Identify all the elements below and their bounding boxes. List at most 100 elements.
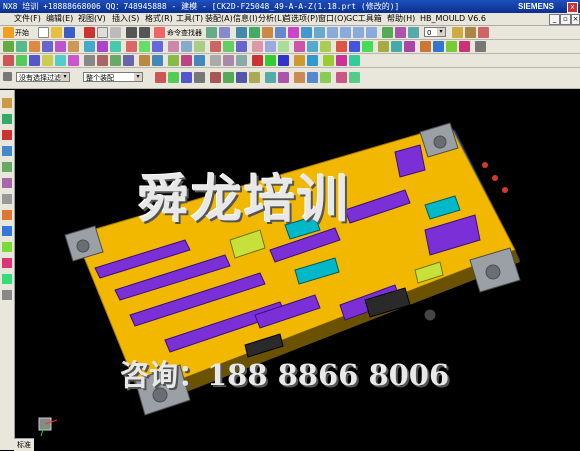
restore-icon[interactable]: ▫ (560, 14, 571, 25)
offset-face-icon[interactable] (236, 41, 247, 52)
system-materials-icon[interactable] (2, 210, 12, 220)
pattern-icon[interactable] (210, 41, 221, 52)
delete-face-icon[interactable] (320, 41, 331, 52)
extrude-icon[interactable] (16, 41, 27, 52)
menu-format[interactable]: 格式(R) (145, 13, 173, 25)
minimize-icon[interactable]: _ (549, 14, 560, 25)
cut-icon[interactable] (84, 27, 95, 38)
offset-curve-icon[interactable] (97, 55, 108, 66)
history-icon[interactable] (2, 194, 12, 204)
move-face-icon[interactable] (294, 41, 305, 52)
constraint-icon[interactable] (349, 55, 360, 66)
patch-icon[interactable] (236, 55, 247, 66)
quick-pick-icon[interactable] (294, 72, 305, 83)
rotate-icon[interactable] (262, 27, 273, 38)
text-icon[interactable] (139, 55, 150, 66)
menu-insert[interactable]: 插入(S) (112, 13, 139, 25)
menu-assembly[interactable]: 装配(A) (205, 13, 233, 25)
ruled-icon[interactable] (181, 55, 192, 66)
isolate-icon[interactable] (320, 72, 331, 83)
note-icon[interactable] (307, 55, 318, 66)
layer-icon[interactable] (382, 27, 393, 38)
project-curve-icon[interactable] (110, 55, 121, 66)
hole-icon[interactable] (42, 41, 53, 52)
menu-gc-toolbox[interactable]: GC工具箱 (346, 13, 382, 25)
command-finder-icon[interactable] (154, 27, 165, 38)
pocket-icon[interactable] (68, 41, 79, 52)
draft-icon[interactable] (168, 41, 179, 52)
view-top-icon[interactable] (340, 27, 351, 38)
assembly-navigator-icon[interactable] (2, 98, 12, 108)
shaded-icon[interactable] (301, 27, 312, 38)
manufacturing-wizard-icon[interactable] (2, 242, 12, 252)
fit-view-icon[interactable] (236, 27, 247, 38)
menu-info[interactable]: 信息(I) (233, 13, 258, 25)
line-icon[interactable] (3, 55, 14, 66)
extend-sheet-icon[interactable] (265, 55, 276, 66)
csys-icon[interactable] (219, 27, 230, 38)
datum-plane-icon[interactable] (252, 41, 263, 52)
part-navigator-icon[interactable] (2, 130, 12, 140)
copy-icon[interactable] (97, 27, 108, 38)
cooling-icon[interactable] (404, 41, 415, 52)
menu-view[interactable]: 视图(V) (78, 13, 106, 25)
snap-endpoint-icon[interactable] (155, 72, 166, 83)
process-studio-icon[interactable] (2, 226, 12, 236)
save-icon[interactable] (64, 27, 75, 38)
reuse-library-icon[interactable] (2, 146, 12, 156)
roles-icon[interactable] (2, 258, 12, 268)
menu-tools[interactable]: 工具(T) (176, 13, 203, 25)
snap-center-icon[interactable] (181, 72, 192, 83)
select-feature-icon[interactable] (249, 72, 260, 83)
start-icon[interactable] (3, 27, 14, 38)
standard-part-icon[interactable] (378, 41, 389, 52)
menu-hb-mould[interactable]: HB_MOULD V6.6 (420, 13, 486, 25)
rectangle-icon[interactable] (42, 55, 53, 66)
measure-icon[interactable] (478, 27, 489, 38)
menu-edit[interactable]: 编辑(E) (46, 13, 73, 25)
blank-icon[interactable] (336, 72, 347, 83)
sew-icon[interactable] (223, 55, 234, 66)
trim-body-icon[interactable] (181, 41, 192, 52)
open-folder-icon[interactable] (51, 27, 62, 38)
layer-visible-icon[interactable] (408, 27, 419, 38)
select-curve-icon[interactable] (265, 72, 276, 83)
point-icon[interactable] (84, 55, 95, 66)
mold-tool-icon[interactable] (336, 41, 347, 52)
menu-grip-icon[interactable] (3, 72, 12, 81)
zoom-icon[interactable] (249, 27, 260, 38)
cavity-icon[interactable] (349, 41, 360, 52)
move-layer-icon[interactable] (452, 27, 463, 38)
snap-point-icon[interactable] (194, 72, 205, 83)
datum-axis-icon[interactable] (265, 41, 276, 52)
menu-preferences[interactable]: 首选项(P) (283, 13, 318, 25)
edge-blend-icon[interactable] (126, 41, 137, 52)
bottom-tab[interactable]: 标准 (14, 438, 34, 451)
close-icon[interactable]: × (571, 14, 580, 25)
view-front-icon[interactable] (327, 27, 338, 38)
type-filter-select[interactable]: 没有选择过滤器 ▾ (16, 72, 70, 82)
unite-icon[interactable] (84, 41, 95, 52)
slider-icon[interactable] (420, 41, 431, 52)
undo-icon[interactable] (126, 27, 137, 38)
circle-icon[interactable] (29, 55, 40, 66)
snap-icon[interactable] (206, 27, 217, 38)
split-body-icon[interactable] (194, 41, 205, 52)
paste-icon[interactable] (110, 27, 121, 38)
layer-settings-icon[interactable] (395, 27, 406, 38)
new-file-icon[interactable] (38, 27, 49, 38)
revolve-icon[interactable] (29, 41, 40, 52)
polygon-icon[interactable] (55, 55, 66, 66)
lifter-icon[interactable] (433, 41, 444, 52)
datum-csys-icon[interactable] (278, 41, 289, 52)
electrode-icon[interactable] (475, 41, 486, 52)
snap-midpoint-icon[interactable] (168, 72, 179, 83)
palettes-icon[interactable] (2, 290, 12, 300)
web-browser-icon[interactable] (2, 178, 12, 188)
select-body-icon[interactable] (236, 72, 247, 83)
view-right-icon[interactable] (353, 27, 364, 38)
through-curves-icon[interactable] (168, 55, 179, 66)
wireframe-icon[interactable] (314, 27, 325, 38)
select-edge-icon[interactable] (223, 72, 234, 83)
hd3d-tools-icon[interactable] (2, 162, 12, 172)
